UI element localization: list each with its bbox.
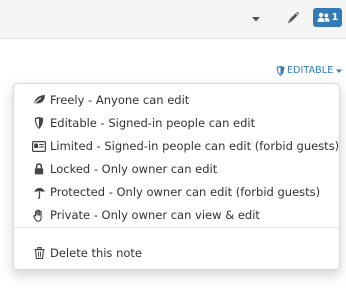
menu-item-label: Freely - Anyone can edit	[50, 93, 190, 107]
permission-menu: Freely - Anyone can edit Editable - Sign…	[13, 83, 340, 270]
users-icon	[316, 12, 330, 23]
shield-icon	[276, 66, 285, 76]
menu-item-label: Editable - Signed-in people can edit	[50, 116, 256, 130]
menu-item-private[interactable]: Private - Only owner can view & edit	[14, 205, 339, 225]
caret-down-icon[interactable]	[250, 13, 262, 25]
delete-note-menu-item[interactable]: Delete this note	[14, 243, 339, 263]
menu-item-label: Limited - Signed-in people can edit (for…	[50, 139, 340, 153]
delete-note-label: Delete this note	[50, 246, 142, 260]
top-toolbar: 1	[0, 0, 346, 39]
menu-item-label: Private - Only owner can view & edit	[50, 208, 260, 222]
menu-item-protected[interactable]: Protected - Only owner can edit (forbid …	[14, 182, 339, 202]
shield-icon	[32, 116, 46, 130]
menu-item-freely[interactable]: Freely - Anyone can edit	[14, 90, 339, 110]
menu-divider	[14, 227, 339, 228]
menu-item-locked[interactable]: Locked - Only owner can edit	[14, 159, 339, 179]
leaf-icon	[32, 93, 46, 107]
permission-dropdown-toggle[interactable]: EDITABLE	[276, 64, 343, 78]
hand-stop-icon	[32, 208, 46, 222]
lock-icon	[32, 162, 46, 176]
trash-icon	[32, 246, 46, 260]
menu-item-label: Protected - Only owner can edit (forbid …	[50, 185, 321, 199]
umbrella-icon	[32, 185, 46, 199]
online-users-count: 1	[331, 11, 339, 23]
pencil-icon[interactable]	[286, 11, 300, 25]
caret-down-icon	[335, 67, 343, 75]
menu-item-label: Locked - Only owner can edit	[50, 162, 218, 176]
menu-item-editable[interactable]: Editable - Signed-in people can edit	[14, 113, 339, 133]
id-card-icon	[32, 139, 46, 153]
permission-label: EDITABLE	[287, 65, 334, 77]
menu-item-limited[interactable]: Limited - Signed-in people can edit (for…	[14, 136, 339, 156]
online-users-button[interactable]: 1	[313, 8, 342, 27]
